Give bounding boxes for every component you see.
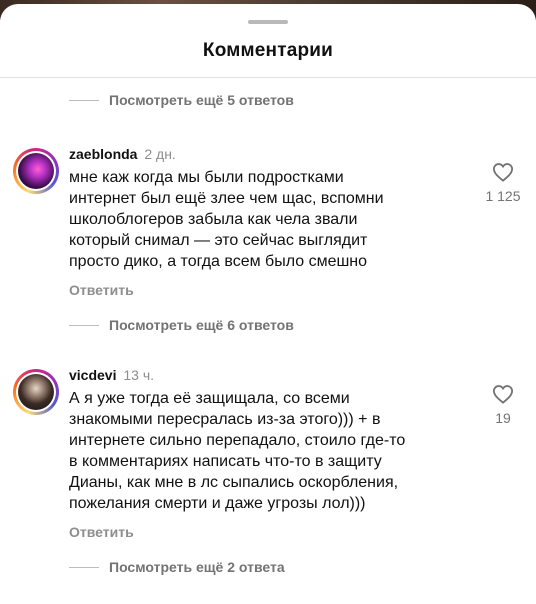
replies-line: [69, 566, 99, 568]
drag-handle[interactable]: [248, 20, 288, 24]
like-count: 1 125: [485, 188, 521, 204]
heart-icon: [492, 385, 514, 404]
reply-button[interactable]: Ответить: [69, 282, 469, 298]
comment-item: vicdevi 13 ч. А я уже тогда её защищала,…: [69, 366, 469, 540]
comment-text: А я уже тогда её защищала, со всеми знак…: [69, 390, 406, 512]
view-more-replies-button[interactable]: Посмотреть ещё 5 ответов: [69, 90, 294, 110]
view-more-replies-button[interactable]: Посмотреть ещё 6 ответов: [69, 315, 294, 335]
comment-meta: zaeblonda 2 дн.: [69, 145, 469, 163]
comment-time: 2 дн.: [144, 146, 176, 162]
avatar[interactable]: [13, 148, 59, 194]
avatar-image: [18, 374, 54, 410]
heart-icon: [492, 163, 514, 182]
header-divider: [0, 77, 536, 78]
replies-line: [69, 324, 99, 326]
comment-time: 13 ч.: [123, 367, 155, 383]
comment-meta: vicdevi 13 ч.: [69, 366, 469, 384]
view-more-replies-label: Посмотреть ещё 5 ответов: [109, 92, 294, 108]
sheet-title: Комментарии: [202, 40, 334, 61]
replies-line: [69, 99, 99, 101]
comment-username[interactable]: zaeblonda: [69, 146, 137, 162]
view-more-replies-label: Посмотреть ещё 6 ответов: [109, 317, 294, 333]
like-count: 19: [495, 410, 511, 426]
avatar-image: [18, 153, 54, 189]
comment-text: мне каж когда мы были подростками интерн…: [69, 169, 384, 270]
comment-item: zaeblonda 2 дн. мне каж когда мы были по…: [69, 145, 469, 298]
avatar[interactable]: [13, 369, 59, 415]
reply-button[interactable]: Ответить: [69, 524, 469, 540]
comment-username[interactable]: vicdevi: [69, 367, 116, 383]
like-button[interactable]: 19: [480, 384, 526, 426]
view-more-replies-button[interactable]: Посмотреть ещё 2 ответа: [69, 557, 285, 577]
view-more-replies-label: Посмотреть ещё 2 ответа: [109, 559, 285, 575]
like-button[interactable]: 1 125: [480, 162, 526, 204]
